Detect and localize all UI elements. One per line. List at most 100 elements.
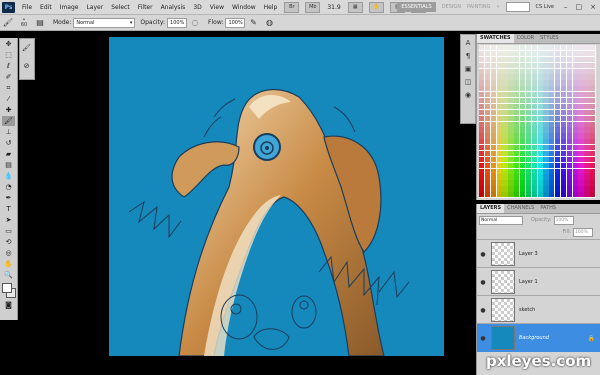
swatch-cell[interactable] <box>566 168 572 174</box>
swatch-cell[interactable] <box>578 121 584 127</box>
swatch-cell[interactable] <box>484 68 491 74</box>
swatch-cell[interactable] <box>519 192 526 198</box>
swatch-cell[interactable] <box>566 174 572 180</box>
swatch-cell[interactable] <box>590 103 596 110</box>
swatch-cell[interactable] <box>537 145 543 151</box>
swatch-cell[interactable] <box>496 186 502 192</box>
swatch-cell[interactable] <box>537 80 543 86</box>
lasso-tool-icon[interactable]: ℓ <box>2 61 15 71</box>
swatch-cell[interactable] <box>572 86 578 92</box>
swatch-cell[interactable] <box>514 56 520 63</box>
swatch-cell[interactable] <box>584 50 590 57</box>
swatch-cell[interactable] <box>578 50 584 57</box>
swatch-cell[interactable] <box>555 56 561 63</box>
swatch-cell[interactable] <box>584 162 590 168</box>
swatch-cell[interactable] <box>490 121 496 127</box>
swatch-cell[interactable] <box>514 80 520 86</box>
swatch-cell[interactable] <box>525 92 532 98</box>
more-workspaces-icon[interactable]: » <box>496 4 499 10</box>
swatch-cell[interactable] <box>508 103 514 110</box>
swatch-cell[interactable] <box>502 156 508 163</box>
menu-image[interactable]: Image <box>56 4 83 11</box>
brush-panel-icon[interactable]: 🖌 <box>20 43 33 53</box>
swatch-cell[interactable] <box>549 74 555 80</box>
swatch-cell[interactable] <box>508 156 514 163</box>
swatch-cell[interactable] <box>502 162 508 168</box>
swatch-cell[interactable] <box>566 62 572 68</box>
menu-view[interactable]: View <box>206 4 228 11</box>
tab-styles[interactable]: STYLES <box>537 34 561 43</box>
swatch-cell[interactable] <box>514 97 520 104</box>
swatch-cell[interactable] <box>584 109 590 115</box>
swatch-cell[interactable] <box>479 192 485 198</box>
swatch-cell[interactable] <box>537 192 543 198</box>
close-icon[interactable]: × <box>590 3 596 11</box>
swatch-cell[interactable] <box>555 86 561 92</box>
swatch-cell[interactable] <box>531 92 537 98</box>
swatch-cell[interactable] <box>543 162 549 168</box>
swatch-cell[interactable] <box>584 145 590 151</box>
swatch-cell[interactable] <box>525 162 532 168</box>
swatch-cell[interactable] <box>537 109 543 115</box>
swatch-cell[interactable] <box>502 97 508 104</box>
swatch-cell[interactable] <box>496 86 502 92</box>
swatch-cell[interactable] <box>543 174 549 180</box>
history-brush-tool-icon[interactable]: ↺ <box>2 138 15 148</box>
swatch-cell[interactable] <box>590 86 596 92</box>
workspace-design[interactable]: DESIGN <box>442 4 461 10</box>
swatch-cell[interactable] <box>543 186 549 192</box>
swatch-cell[interactable] <box>560 145 567 151</box>
swatch-cell[interactable] <box>590 174 596 180</box>
search-input[interactable] <box>505 2 530 12</box>
swatch-cell[interactable] <box>519 103 526 110</box>
swatch-cell[interactable] <box>590 127 596 133</box>
swatch-cell[interactable] <box>508 109 514 115</box>
swatch-cell[interactable] <box>572 127 578 133</box>
swatch-cell[interactable] <box>508 192 514 198</box>
menu-filter[interactable]: Filter <box>134 4 157 11</box>
tab-channels[interactable]: CHANNELS <box>504 204 537 213</box>
swatch-cell[interactable] <box>514 50 520 57</box>
tab-swatches[interactable]: SWATCHES <box>477 34 514 43</box>
cs-live-button[interactable]: CS Live <box>536 4 554 10</box>
view-extras-icon[interactable]: ▦ <box>347 1 363 13</box>
info-panel-icon[interactable]: ◫ <box>463 77 473 87</box>
swatch-cell[interactable] <box>560 162 567 168</box>
swatch-cell[interactable] <box>578 174 584 180</box>
swatch-cell[interactable] <box>531 68 537 74</box>
swatch-cell[interactable] <box>555 186 561 192</box>
swatch-cell[interactable] <box>549 115 555 121</box>
swatch-cell[interactable] <box>479 133 485 139</box>
swatch-cell[interactable] <box>537 121 543 127</box>
swatch-cell[interactable] <box>578 45 584 51</box>
swatch-cell[interactable] <box>519 86 526 92</box>
swatch-cell[interactable] <box>584 56 590 63</box>
swatch-cell[interactable] <box>508 145 514 151</box>
minimize-icon[interactable]: – <box>564 3 568 11</box>
swatch-cell[interactable] <box>566 86 572 92</box>
swatch-cell[interactable] <box>519 139 526 145</box>
swatch-cell[interactable] <box>543 80 549 86</box>
swatch-cell[interactable] <box>479 103 485 110</box>
swatch-cell[interactable] <box>549 186 555 192</box>
character-panel-icon[interactable]: A <box>463 38 473 48</box>
swatch-cell[interactable] <box>525 45 532 51</box>
swatch-cell[interactable] <box>502 180 508 186</box>
swatch-cell[interactable] <box>584 92 590 98</box>
swatch-cell[interactable] <box>572 145 578 151</box>
swatch-cell[interactable] <box>514 103 520 110</box>
swatch-cell[interactable] <box>508 45 514 51</box>
swatch-cell[interactable] <box>531 45 537 51</box>
swatch-cell[interactable] <box>578 74 584 80</box>
swatch-cell[interactable] <box>531 150 537 157</box>
swatch-cell[interactable] <box>578 115 584 121</box>
swatch-cell[interactable] <box>572 150 578 157</box>
swatch-cell[interactable] <box>525 97 532 104</box>
swatch-cell[interactable] <box>566 139 572 145</box>
swatch-cell[interactable] <box>484 180 491 186</box>
swatch-cell[interactable] <box>566 74 572 80</box>
swatch-cell[interactable] <box>555 174 561 180</box>
swatch-cell[interactable] <box>484 74 491 80</box>
swatch-cell[interactable] <box>531 180 537 186</box>
swatch-cell[interactable] <box>525 109 532 115</box>
